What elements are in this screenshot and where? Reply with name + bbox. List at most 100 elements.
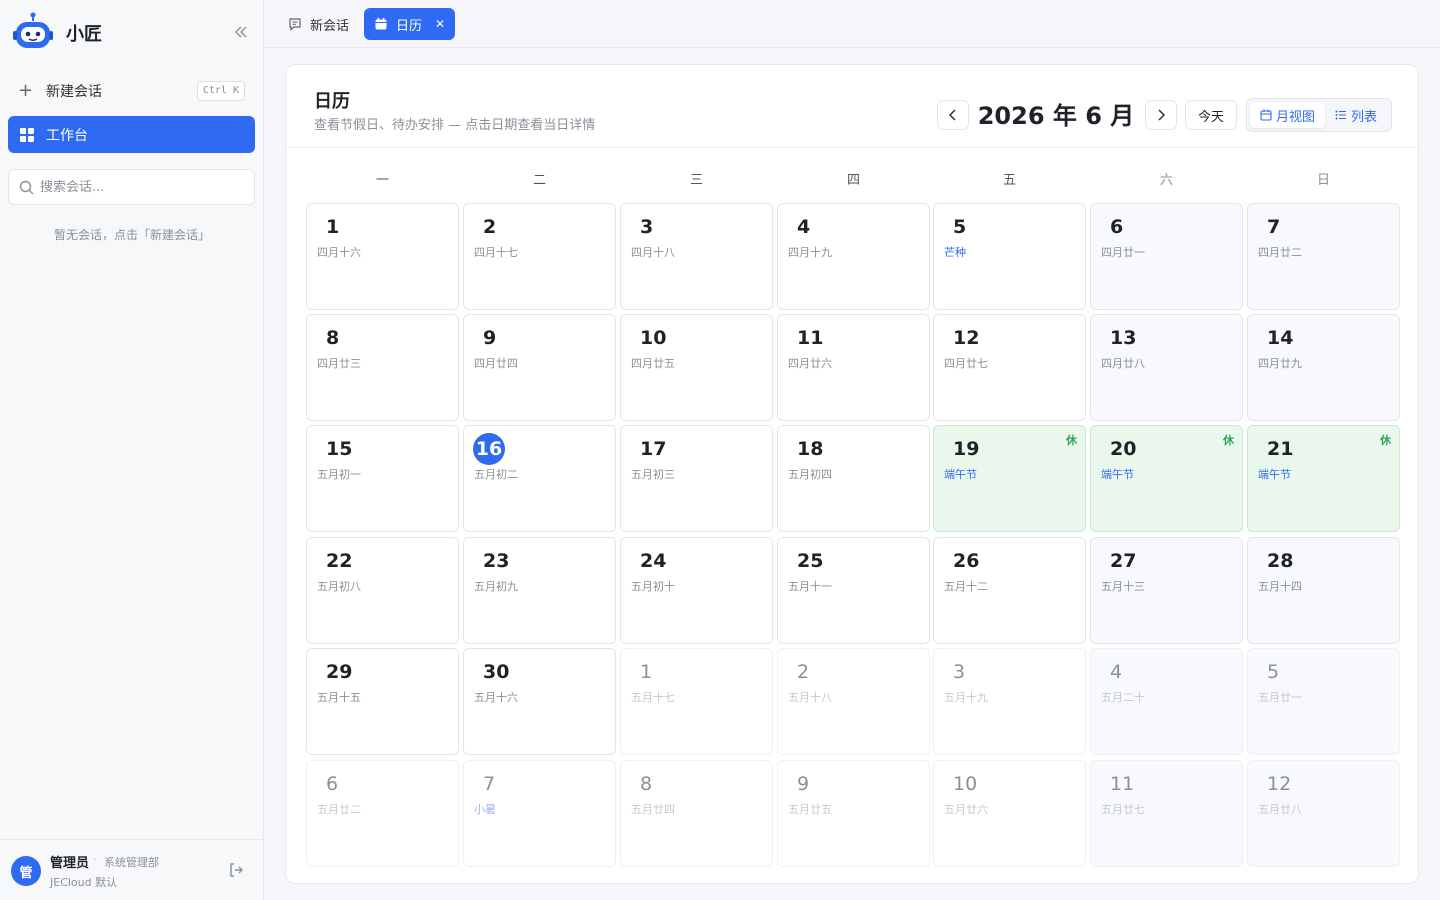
calendar-day[interactable]: 17 五月初三 <box>620 425 773 532</box>
tab-calendar[interactable]: 日历 ✕ <box>364 8 455 40</box>
lunar-date: 五月初三 <box>631 468 675 481</box>
calendar-day[interactable]: 26 五月十二 <box>933 537 1086 644</box>
lunar-date: 四月十九 <box>788 246 832 259</box>
calendar-day[interactable]: 8 五月廿四 <box>620 760 773 867</box>
calendar-day[interactable]: 2 四月十七 <box>463 203 616 310</box>
calendar-day[interactable]: 5 五月廿一 <box>1247 648 1400 755</box>
calendar-day[interactable]: 2 五月十八 <box>777 648 930 755</box>
calendar-day[interactable]: 4 四月十九 <box>777 203 930 310</box>
day-number: 9 <box>797 773 810 795</box>
day-number: 28 <box>1267 550 1294 572</box>
day-number: 29 <box>326 661 353 683</box>
calendar-day[interactable]: 5 芒种 <box>933 203 1086 310</box>
calendar-day[interactable]: 16 五月初二 <box>463 425 616 532</box>
empty-conversations-hint: 暂无会话，点击「新建会话」 <box>53 228 210 242</box>
user-department: 系统管理部 <box>104 856 159 869</box>
search-input[interactable] <box>40 179 240 195</box>
tab-new-chat[interactable]: 新会话 <box>278 8 359 40</box>
sidebar-item-workbench[interactable]: 工作台 <box>8 116 255 153</box>
calendar-day[interactable]: 11 五月廿七 <box>1090 760 1243 867</box>
lunar-date: 四月廿八 <box>1101 357 1145 370</box>
calendar-day[interactable]: 10 四月廿五 <box>620 314 773 421</box>
next-month-button[interactable] <box>1145 100 1177 130</box>
collapse-sidebar-button[interactable] <box>230 22 252 42</box>
day-number: 11 <box>1110 773 1135 795</box>
day-number: 2 <box>797 661 810 683</box>
prev-month-button[interactable] <box>937 100 969 130</box>
close-icon[interactable]: ✕ <box>435 17 445 31</box>
weekday-sat: 六 <box>1159 173 1173 188</box>
calendar-day[interactable]: 3 五月十九 <box>933 648 1086 755</box>
day-number: 30 <box>483 661 510 683</box>
calendar-day[interactable]: 9 四月廿四 <box>463 314 616 421</box>
calendar-day[interactable]: 12 五月廿八 <box>1247 760 1400 867</box>
day-number: 10 <box>953 773 978 795</box>
calendar-day[interactable]: 28 五月十四 <box>1247 537 1400 644</box>
calendar-day[interactable]: 10 五月廿六 <box>933 760 1086 867</box>
day-number: 16 <box>473 433 505 465</box>
month-view-option[interactable]: 月视图 <box>1250 102 1326 128</box>
double-chevron-left-icon <box>235 26 247 38</box>
calendar-day[interactable]: 1 五月十七 <box>620 648 773 755</box>
solar-term-label: 端午节 <box>1258 468 1291 481</box>
calendar-day[interactable]: 29 五月十五 <box>306 648 459 755</box>
today-button[interactable]: 今天 <box>1185 100 1237 130</box>
calendar-day[interactable]: 27 五月十三 <box>1090 537 1243 644</box>
lunar-date: 五月廿八 <box>1258 803 1302 816</box>
lunar-date: 五月廿四 <box>631 803 675 816</box>
avatar[interactable]: 管 <box>11 856 41 886</box>
calendar-day[interactable]: 19 端午节 休 <box>933 425 1086 532</box>
solar-term-label: 小暑 <box>474 803 496 816</box>
month-view-label: 月视图 <box>1276 109 1316 125</box>
lunar-date: 四月廿五 <box>631 357 675 370</box>
page-subtitle: 查看节假日、待办安排 — 点击日期查看当日详情 <box>314 118 596 133</box>
day-number: 10 <box>640 327 667 349</box>
calendar-day[interactable]: 30 五月十六 <box>463 648 616 755</box>
solar-term-label: 端午节 <box>1101 468 1134 481</box>
calendar-day[interactable]: 15 五月初一 <box>306 425 459 532</box>
lunar-date: 五月初十 <box>631 580 675 593</box>
calendar-day[interactable]: 1 四月十六 <box>306 203 459 310</box>
calendar-day[interactable]: 18 五月初四 <box>777 425 930 532</box>
sidebar: 小匠 + 新建会话 Ctrl K 工作台 暂无会话，点击「新建会话」 管 管理员… <box>0 0 264 900</box>
day-number: 5 <box>953 216 967 238</box>
calendar-day[interactable]: 14 四月廿九 <box>1247 314 1400 421</box>
calendar-header: 日历 查看节假日、待办安排 — 点击日期查看当日详情 2026 年 6 月 今天… <box>286 65 1418 148</box>
calendar-day[interactable]: 13 四月廿八 <box>1090 314 1243 421</box>
new-chat-button[interactable]: + 新建会话 Ctrl K <box>8 76 255 106</box>
lunar-date: 四月廿九 <box>1258 357 1302 370</box>
calendar-day[interactable]: 24 五月初十 <box>620 537 773 644</box>
calendar-day[interactable]: 7 四月廿二 <box>1247 203 1400 310</box>
day-number: 1 <box>640 661 653 683</box>
user-name: 管理员 <box>50 856 90 871</box>
lunar-date: 五月廿七 <box>1101 803 1145 816</box>
weekday-header: 一 二 三 四 五 六 日 <box>306 165 1400 197</box>
user-organization: JECloud 默认 <box>50 876 118 889</box>
day-number: 15 <box>326 438 353 460</box>
calendar-day[interactable]: 11 四月廿六 <box>777 314 930 421</box>
calendar-day[interactable]: 23 五月初九 <box>463 537 616 644</box>
calendar-day[interactable]: 4 五月二十 <box>1090 648 1243 755</box>
calendar-day[interactable]: 3 四月十八 <box>620 203 773 310</box>
calendar-day[interactable]: 25 五月十一 <box>777 537 930 644</box>
calendar-day[interactable]: 22 五月初八 <box>306 537 459 644</box>
lunar-date: 四月廿三 <box>317 357 361 370</box>
day-number: 1 <box>326 216 340 238</box>
calendar-day[interactable]: 6 四月廿一 <box>1090 203 1243 310</box>
day-number: 14 <box>1267 327 1294 349</box>
logout-button[interactable] <box>228 862 246 880</box>
calendar-day[interactable]: 8 四月廿三 <box>306 314 459 421</box>
tab-calendar-label: 日历 <box>396 18 423 34</box>
calendar-day[interactable]: 21 端午节 休 <box>1247 425 1400 532</box>
calendar-day[interactable]: 7 小暑 <box>463 760 616 867</box>
day-number: 7 <box>1267 216 1281 238</box>
calendar-day[interactable]: 6 五月廿二 <box>306 760 459 867</box>
brand[interactable]: 小匠 <box>12 12 102 54</box>
brand-name: 小匠 <box>66 24 102 45</box>
list-view-option[interactable]: 列表 <box>1325 102 1387 128</box>
lunar-date: 五月十一 <box>788 580 832 593</box>
calendar-day[interactable]: 12 四月廿七 <box>933 314 1086 421</box>
day-number: 6 <box>326 773 339 795</box>
calendar-day[interactable]: 9 五月廿五 <box>777 760 930 867</box>
calendar-day[interactable]: 20 端午节 休 <box>1090 425 1243 532</box>
